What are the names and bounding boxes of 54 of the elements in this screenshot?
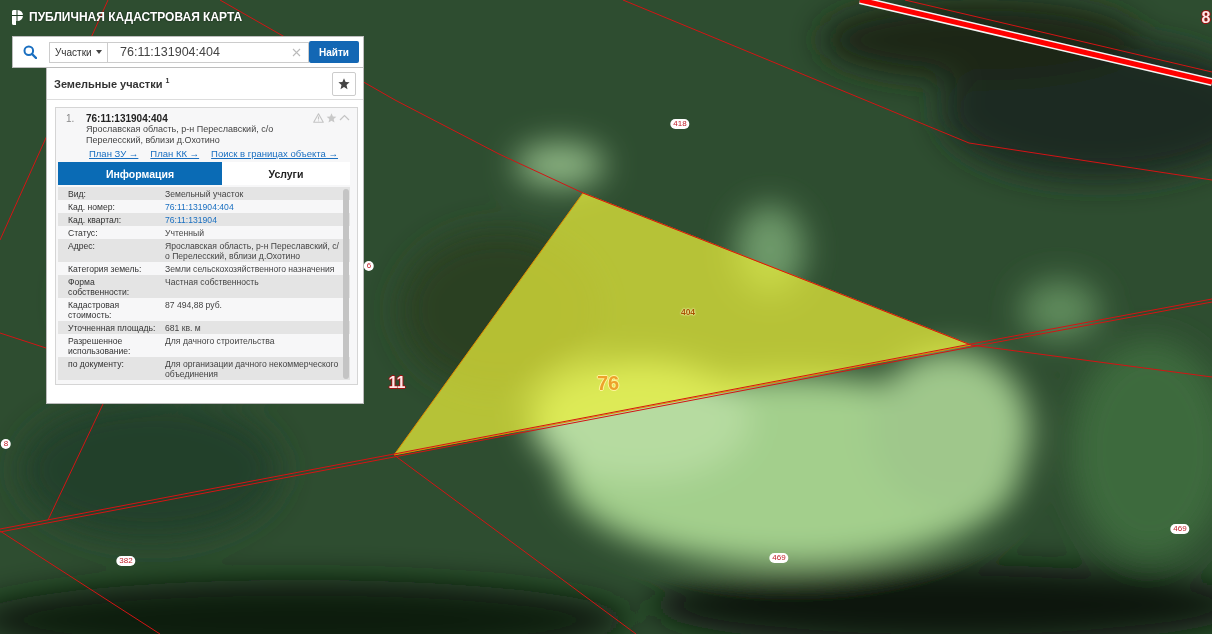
parcel-number-label: 469 (769, 553, 789, 563)
app-title: ПУБЛИЧНАЯ КАДАСТРОВАЯ КАРТА (29, 10, 243, 24)
field-value: Земельный участок (165, 188, 245, 199)
field-label: Форма собственности: (68, 276, 131, 297)
quarter-number-label: 76 (596, 373, 620, 393)
caret-icon (95, 50, 102, 54)
search-button[interactable]: Найти (309, 41, 359, 63)
result-link[interactable]: План ЗУ → (89, 148, 139, 159)
field-label: Кад. номер: (68, 201, 116, 212)
field-label: Статус: (68, 227, 99, 238)
field-label: Адрес: (68, 240, 96, 253)
scrollbar[interactable] (343, 189, 349, 379)
cadastral-number[interactable]: 76:11:131904:404 (86, 113, 168, 124)
field-link[interactable]: 76:11:131904:404 (165, 201, 342, 212)
parcel-number-label: 8 (0, 439, 12, 449)
field-value: Частная собственность (165, 276, 260, 289)
field-value: Земли сельскохозяйственного назначения (165, 263, 336, 274)
result-link[interactable]: План КК → (150, 148, 200, 159)
selected-parcel-number-label: 404 (680, 307, 696, 317)
parcel-number-label: 469 (1170, 524, 1190, 534)
field-label: по документу: (68, 358, 125, 371)
field-value: Ярославская область, р-н Переславский, с/о Перелесский, вблизи д.Охотино (165, 240, 340, 261)
district-number-label: 8 (1201, 10, 1211, 26)
field-value: 681 кв. м (165, 322, 202, 333)
result-index: 1. (66, 113, 76, 126)
chevron-up-icon[interactable] (339, 113, 350, 123)
field-label: Разрешенное использование: (68, 335, 132, 356)
field-label: Вид: (68, 188, 87, 199)
field-label: Категория земель: (68, 263, 143, 274)
field-label: Уточненная площадь: (68, 322, 156, 333)
search-field[interactable]: 76:11:131904:404 (108, 41, 309, 63)
star-icon (338, 77, 350, 90)
favorites-button[interactable] (332, 71, 356, 96)
warning-icon[interactable] (313, 113, 324, 123)
field-value: Учтенный (165, 227, 206, 238)
results-title: Земельные участки $^{1}$ (54, 77, 170, 90)
parcel-number-label: 418 (670, 119, 690, 129)
search-icon[interactable] (23, 45, 37, 59)
star-icon[interactable] (326, 113, 337, 123)
field-value: Для дачного строительства (165, 335, 276, 348)
field-link[interactable]: 76:11:131904 (165, 214, 342, 225)
category-dropdown[interactable]: Участки (49, 41, 108, 63)
tab[interactable]: Услуги (222, 162, 350, 185)
result-address: Ярославская область, р-н Переславский, с/о Перелесский, вблизи д.Охотино (86, 124, 275, 145)
parcel-number-label: 382 (116, 556, 136, 566)
field-label: Кад. квартал: (68, 214, 123, 225)
logo-icon[interactable] (12, 9, 23, 25)
field-value: Для организации дачного некоммерческого объединения (165, 358, 340, 379)
result-link[interactable]: Поиск в границах объекта → (211, 148, 339, 159)
district-number-label: 11 (388, 375, 406, 391)
close-icon[interactable] (292, 47, 301, 57)
tab[interactable]: Информация (58, 162, 222, 185)
field-value: 87 494,88 руб. (165, 299, 223, 312)
field-label: Кадастровая стоимость: (68, 299, 121, 320)
